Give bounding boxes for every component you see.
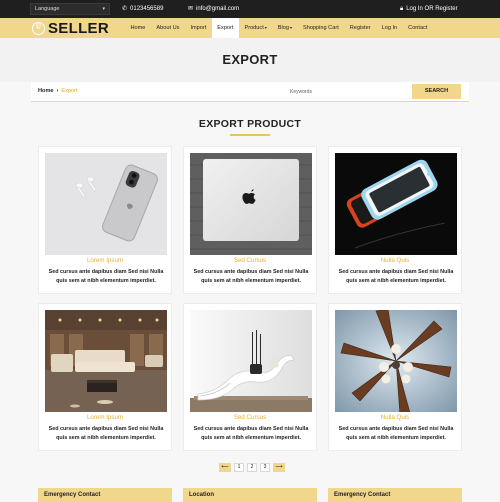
email-info[interactable]: ✉ info@gmail.com [188, 0, 239, 18]
product-card[interactable]: Sed Cursus Sed cursus ante dapibus diam … [183, 303, 317, 451]
product-name[interactable]: Nulla Quis [329, 257, 461, 264]
nav-item-blog[interactable]: Blog▾ [272, 18, 297, 38]
product-name[interactable]: Nulla Quis [329, 414, 461, 421]
nav-item-blog-label: Blog [277, 25, 289, 31]
logo[interactable]: © SELLER [32, 19, 109, 37]
product-description: Sed cursus ante dapibus diam Sed nisi Nu… [338, 269, 454, 284]
footer-heading: Location [189, 492, 214, 498]
account-link[interactable]: 🔒︎ Log In OR Register [400, 0, 458, 18]
product-card[interactable]: Nulla Quis Sed cursus ante dapibus diam … [328, 146, 462, 294]
phone-number: 0123456589 [130, 6, 164, 12]
phone-info: ✆ 0123456589 [122, 0, 163, 18]
pagination-page-3[interactable]: 3 [260, 463, 270, 472]
main-navbar: © SELLER Home About Us Import Export Pro… [0, 18, 500, 38]
nav-item-login[interactable]: Log In [376, 18, 403, 38]
nav-item-export[interactable]: Export [211, 18, 239, 38]
product-name[interactable]: Lorem Ipsum [39, 414, 171, 421]
phone-icon: ✆ [122, 6, 128, 12]
nav-item-register[interactable]: Register [344, 18, 376, 38]
nav-item-import[interactable]: Import [185, 18, 212, 38]
product-description: Sed cursus ante dapibus diam Sed nisi Nu… [193, 269, 309, 284]
product-image[interactable] [190, 153, 312, 255]
breadcrumb-home[interactable]: Home [38, 88, 54, 94]
nav-item-product[interactable]: Product▾ [239, 18, 272, 38]
account-label: Log In OR Register [406, 6, 458, 12]
product-name[interactable]: Lorem Ipsum [39, 257, 171, 264]
product-image[interactable] [335, 153, 457, 255]
product-card[interactable]: Nulla Quis Sed cursus ante dapibus diam … [328, 303, 462, 451]
product-card[interactable]: Lorem Ipsum Sed cursus ante dapibus diam… [38, 303, 172, 451]
logo-text: SELLER [48, 19, 109, 37]
product-card[interactable]: Sed Cursus Sed cursus ante dapibus diam … [183, 146, 317, 294]
nav-item-home[interactable]: Home [125, 18, 151, 38]
footer-heading: Emergency Contact [44, 492, 101, 498]
top-bar: Language ▾ ✆ 0123456589 ✉ info@gmail.com 🔒… [0, 0, 500, 18]
product-description: Sed cursus ante dapibus diam Sed nisi Nu… [48, 269, 164, 284]
page-title: EXPORT [222, 52, 278, 67]
breadcrumb-bar: Home › Export Keywords SEARCH [31, 82, 469, 102]
pagination: ⟵ 1 2 3 ⟶ [219, 463, 285, 472]
nav-item-cart[interactable]: Shopping Cart [297, 18, 344, 38]
breadcrumb-current: Export [61, 88, 78, 94]
page-banner: EXPORT [0, 38, 500, 82]
chevron-right-icon: › [56, 88, 59, 94]
product-description: Sed cursus ante dapibus diam Sed nisi Nu… [338, 426, 454, 441]
language-select-label: Language [35, 6, 60, 12]
mail-icon: ✉ [188, 6, 194, 12]
nav-menu: Home About Us Import Export Product▾ Blo… [125, 18, 433, 38]
pagination-next[interactable]: ⟶ [273, 463, 285, 472]
section-title: EXPORT PRODUCT [198, 118, 302, 130]
search-button[interactable]: SEARCH [412, 84, 461, 99]
product-image[interactable] [335, 310, 457, 412]
footer-heading: Emergency Contact [334, 492, 391, 498]
nav-item-product-label: Product [244, 25, 264, 31]
pagination-page-1[interactable]: 1 [234, 463, 244, 472]
nav-item-about[interactable]: About Us [151, 18, 185, 38]
product-image[interactable] [45, 310, 167, 412]
breadcrumb: Home › Export [38, 82, 78, 101]
product-name[interactable]: Sed Cursus [184, 257, 316, 264]
email-address: info@gmail.com [196, 6, 240, 12]
chevron-down-icon: ▾ [264, 25, 267, 30]
product-description: Sed cursus ante dapibus diam Sed nisi Nu… [48, 426, 164, 441]
product-image[interactable] [45, 153, 167, 255]
logo-mark-icon: © [32, 21, 45, 35]
pagination-prev[interactable]: ⟵ [219, 463, 231, 472]
chevron-down-icon: ▾ [102, 6, 105, 12]
nav-item-contact[interactable]: Contact [403, 18, 433, 38]
chevron-down-icon: ▾ [289, 25, 292, 30]
product-image[interactable] [190, 310, 312, 412]
product-card[interactable]: Lorem Ipsum Sed cursus ante dapibus diam… [38, 146, 172, 294]
product-name[interactable]: Sed Cursus [184, 414, 316, 421]
product-description: Sed cursus ante dapibus diam Sed nisi Nu… [193, 426, 309, 441]
language-select[interactable]: Language ▾ [30, 3, 110, 15]
lock-icon: 🔒︎ [400, 6, 404, 12]
pagination-page-2[interactable]: 2 [247, 463, 257, 472]
section-divider [230, 134, 270, 136]
